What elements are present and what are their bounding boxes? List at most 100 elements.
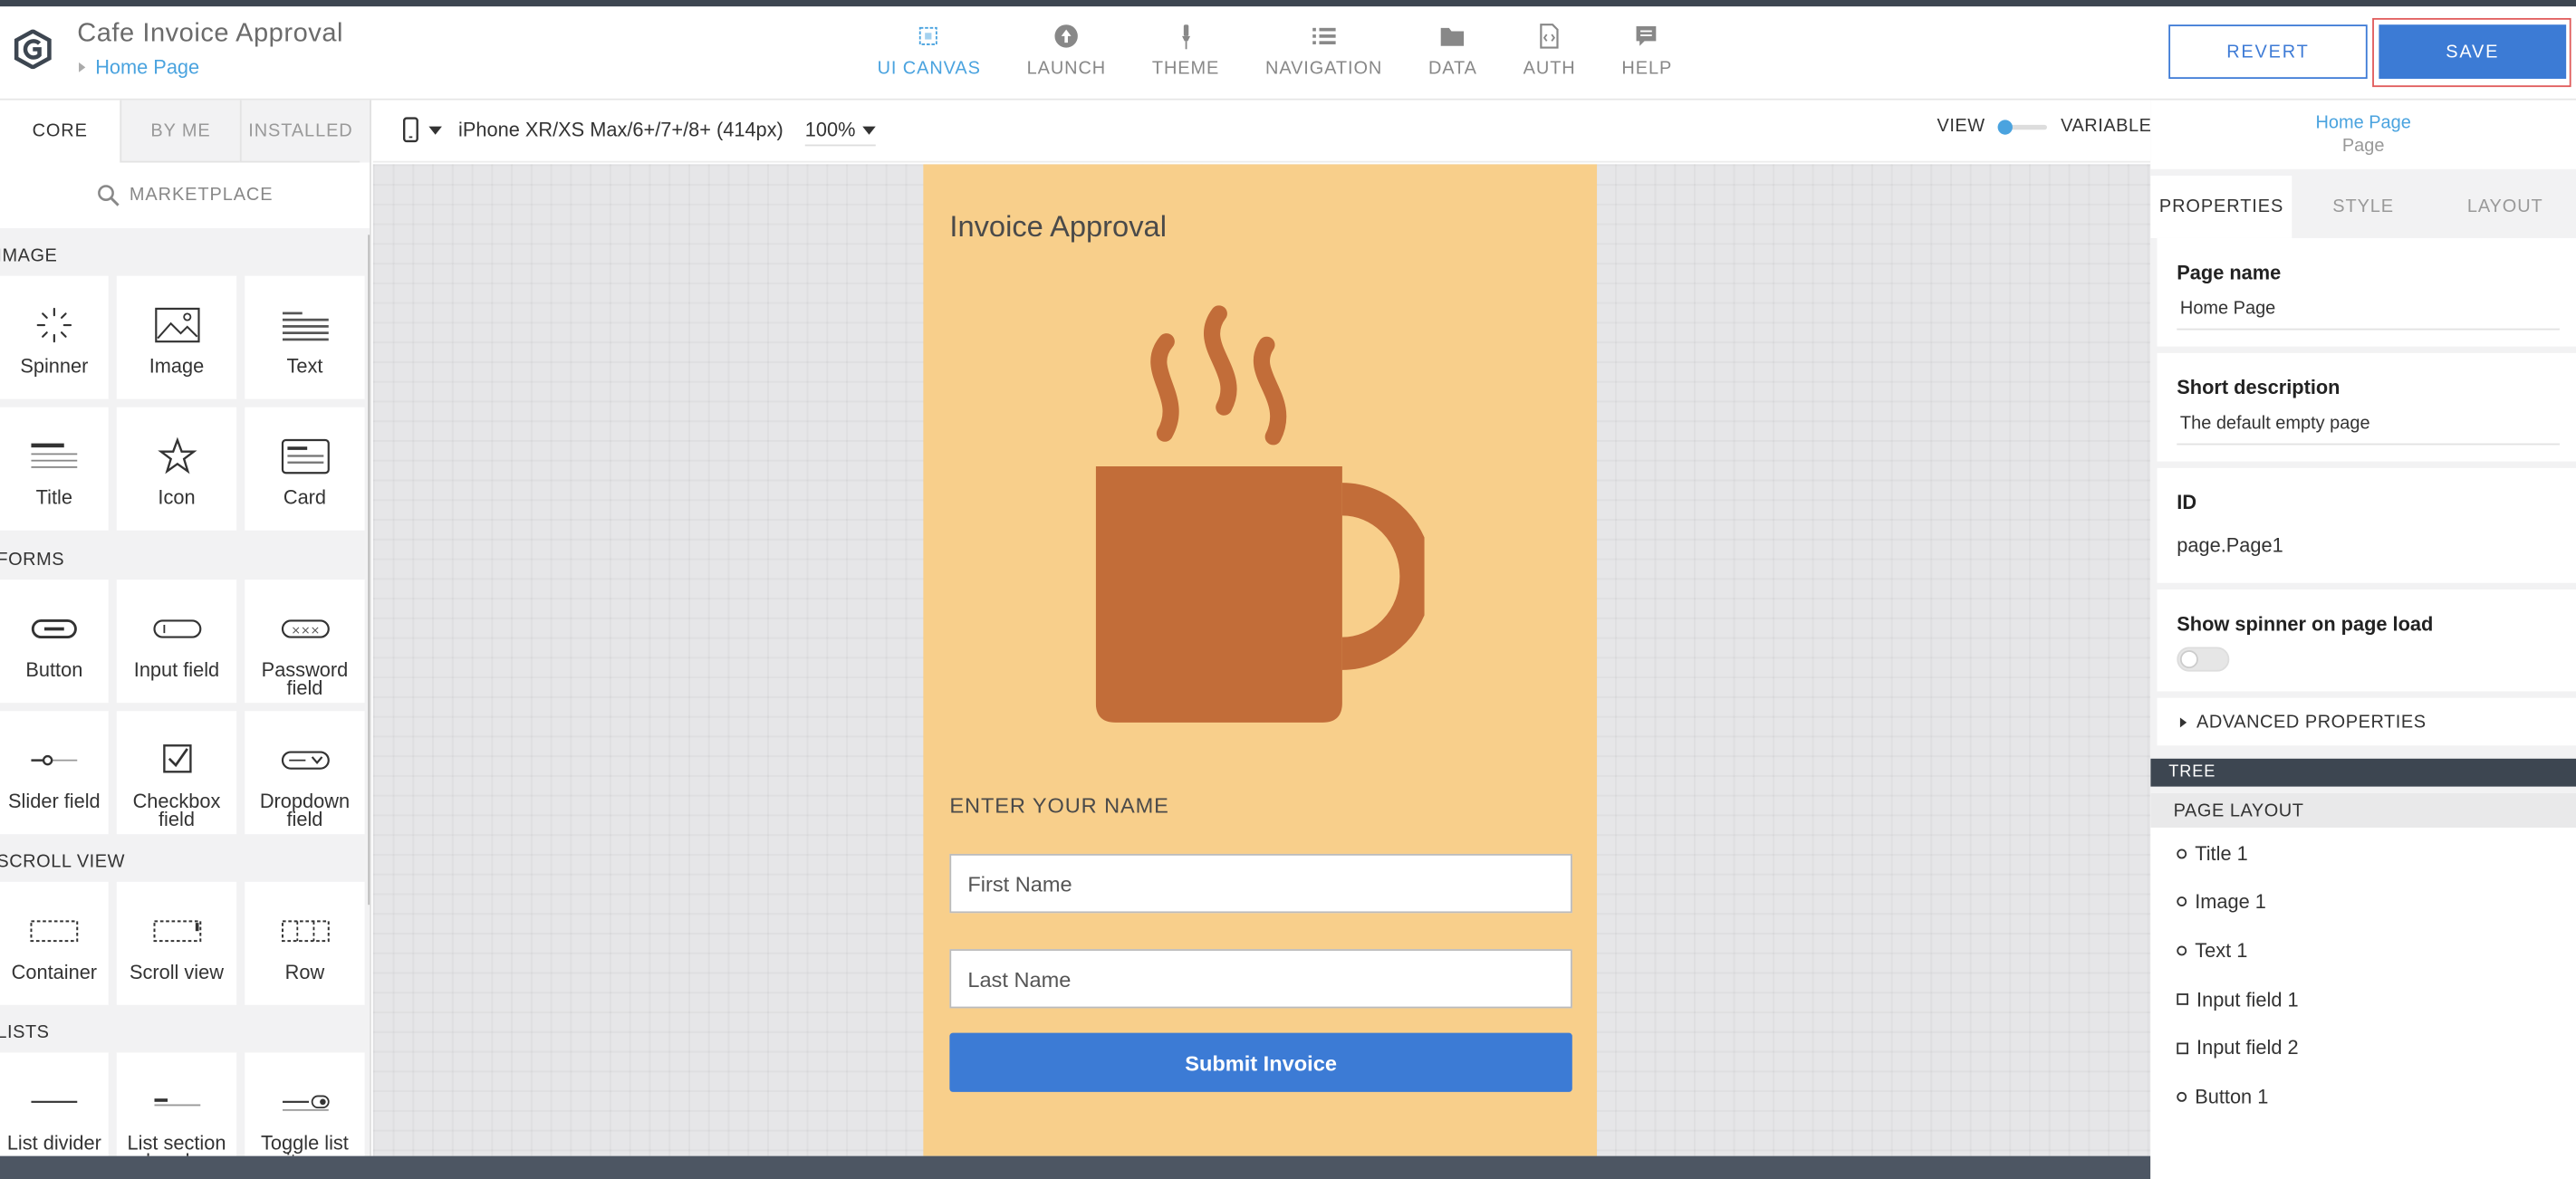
component-slider-field-label: Slider field: [8, 790, 101, 813]
id-value: page.Page1: [2177, 533, 2283, 557]
component-text[interactable]: Text: [245, 275, 365, 399]
tree-node-square-icon: [2177, 1041, 2188, 1054]
component-input-field[interactable]: Input field: [116, 580, 237, 704]
component-slider-field[interactable]: Slider field: [0, 711, 109, 835]
tab-core[interactable]: CORE: [0, 100, 120, 163]
revert-button[interactable]: REVERT: [2168, 24, 2368, 80]
first-name-input[interactable]: First Name: [949, 853, 1572, 914]
tree-item-label: Input field 2: [2196, 1036, 2299, 1059]
component-spinner[interactable]: Spinner: [0, 275, 109, 399]
app-logo-icon[interactable]: [14, 29, 53, 70]
component-image[interactable]: Image: [116, 275, 237, 399]
component-card[interactable]: Card: [245, 407, 365, 531]
tree-item-button-1[interactable]: Button 1: [2150, 1072, 2576, 1121]
tree-node-circle-icon: [2177, 945, 2187, 956]
last-name-input[interactable]: Last Name: [949, 949, 1572, 1009]
submit-invoice-button[interactable]: Submit Invoice: [949, 1032, 1572, 1092]
component-button[interactable]: Button: [0, 580, 109, 704]
tab-layout[interactable]: LAYOUT: [2434, 176, 2576, 238]
device-label: iPhone XR/XS Max/6+/7+/8+ (414px): [458, 118, 783, 141]
spinner-toggle[interactable]: [2177, 647, 2230, 672]
tab-properties[interactable]: PROPERTIES: [2150, 176, 2292, 238]
list-section-header-icon: [153, 1098, 200, 1107]
tab-by-me[interactable]: BY ME: [120, 100, 240, 163]
component-list-divider[interactable]: List divider: [0, 1052, 109, 1156]
nav-help-label: HELP: [1621, 59, 1673, 80]
component-toggle-list-item-label: Toggle list item: [261, 1131, 349, 1155]
zoom-caret-icon: [861, 125, 876, 134]
preview-title[interactable]: Invoice Approval: [949, 210, 1167, 244]
app-viewport: Cafe Invoice Approval Home Page UI CANVA…: [0, 0, 2576, 1179]
preview-name-label[interactable]: ENTER YOUR NAME: [949, 793, 1168, 818]
tree-item-input-field-2[interactable]: Input field 2: [2150, 1023, 2576, 1072]
svg-text:×××: ×××: [291, 623, 320, 637]
component-list-divider-label: List divider: [6, 1131, 101, 1155]
tree-item-input-field-1[interactable]: Input field 1: [2150, 975, 2576, 1024]
top-nav: UI CANVAS LAUNCH THEME NAVIGATION DATA A…: [854, 16, 1695, 89]
app-root: Cafe Invoice Approval Home Page UI CANVA…: [0, 0, 2576, 1179]
component-toggle-list-item[interactable]: Toggle list item: [245, 1052, 365, 1156]
component-container[interactable]: Container: [0, 881, 109, 1005]
component-card-label: Card: [283, 485, 327, 510]
tree-item-image-1[interactable]: Image 1: [2150, 877, 2576, 926]
save-button[interactable]: SAVE: [2379, 24, 2567, 80]
breadcrumb[interactable]: Home Page: [79, 56, 199, 79]
tab-style[interactable]: STYLE: [2292, 176, 2435, 238]
nav-data[interactable]: DATA: [1406, 16, 1501, 89]
nav-auth[interactable]: AUTH: [1500, 16, 1599, 89]
text-icon: [282, 312, 328, 341]
component-title[interactable]: Title: [0, 407, 109, 531]
component-list-section-header[interactable]: List section header: [116, 1052, 237, 1156]
phone-preview[interactable]: Invoice Approval ENTER YOUR NAME First N…: [923, 164, 1598, 1156]
section-image-grid: Spinner Image Text Title Icon Card: [0, 275, 370, 531]
component-checkbox-field[interactable]: Checkbox field: [116, 711, 237, 835]
component-row[interactable]: Row: [245, 881, 365, 1005]
breadcrumb-page[interactable]: Home Page: [95, 56, 199, 79]
coffee-mug-icon[interactable]: [1095, 305, 1425, 725]
page-name-label: Page name: [2177, 261, 2282, 284]
spinner-toggle-knob: [2179, 650, 2198, 669]
view-label: VIEW: [1937, 116, 1985, 137]
tree-node-square-icon: [2177, 993, 2188, 1005]
tree-item-title-1[interactable]: Title 1: [2150, 829, 2576, 878]
zoom-value: 100%: [804, 118, 856, 141]
phone-icon: [403, 117, 418, 143]
component-icon[interactable]: Icon: [116, 407, 237, 531]
tree-item-text-1[interactable]: Text 1: [2150, 926, 2576, 975]
component-password-field-label: Password field: [261, 658, 349, 700]
view-variables-switch[interactable]: [1998, 119, 2048, 134]
selected-page-title[interactable]: Home Page: [2315, 113, 2410, 133]
zoom-selector[interactable]: 100%: [804, 118, 876, 147]
advanced-properties[interactable]: ADVANCED PROPERTIES: [2157, 697, 2576, 746]
palette-scrollbar[interactable]: [368, 235, 370, 906]
device-selector[interactable]: iPhone XR/XS Max/6+/7+/8+ (414px): [402, 117, 783, 143]
data-icon: [1441, 27, 1465, 46]
component-palette: CORE BY ME INSTALLED MARKETPLACE IMAGE S…: [0, 100, 371, 1156]
auth-icon: [1540, 24, 1559, 49]
id-label: ID: [2177, 491, 2197, 514]
component-spinner-label: Spinner: [20, 354, 89, 379]
marketplace-search[interactable]: MARKETPLACE: [0, 162, 370, 229]
component-scroll-view[interactable]: Scroll view: [116, 881, 237, 1005]
nav-help[interactable]: HELP: [1599, 16, 1696, 89]
nav-theme[interactable]: THEME: [1129, 16, 1242, 89]
component-dropdown-field-label: Dropdown field: [259, 790, 351, 831]
short-description-field[interactable]: The default empty page: [2177, 410, 2560, 446]
nav-launch[interactable]: LAUNCH: [1004, 16, 1129, 89]
spinner-label: Show spinner on page load: [2177, 612, 2434, 636]
toggle-list-item-icon: [282, 1095, 329, 1111]
canvas-toolbar: iPhone XR/XS Max/6+/7+/8+ (414px) 100% V…: [372, 100, 2164, 163]
section-scroll-view-header: SCROLL VIEW: [0, 852, 125, 872]
advanced-properties-label: ADVANCED PROPERTIES: [2196, 712, 2427, 732]
tree-node-circle-icon: [2177, 896, 2187, 907]
page-name-field[interactable]: Home Page: [2177, 295, 2560, 331]
component-password-field[interactable]: ××× Password field: [245, 580, 365, 704]
nav-navigation[interactable]: NAVIGATION: [1243, 16, 1406, 89]
nav-ui-canvas[interactable]: UI CANVAS: [854, 16, 1004, 89]
tree-page-layout[interactable]: PAGE LAYOUT: [2150, 792, 2576, 828]
tab-installed[interactable]: INSTALLED: [239, 100, 360, 163]
tree-bar[interactable]: TREE: [2150, 758, 2576, 787]
properties-panel: Home Page Page PROPERTIES STYLE LAYOUT P…: [2150, 100, 2576, 1179]
nav-theme-label: THEME: [1151, 59, 1220, 80]
component-dropdown-field[interactable]: Dropdown field: [245, 711, 365, 835]
